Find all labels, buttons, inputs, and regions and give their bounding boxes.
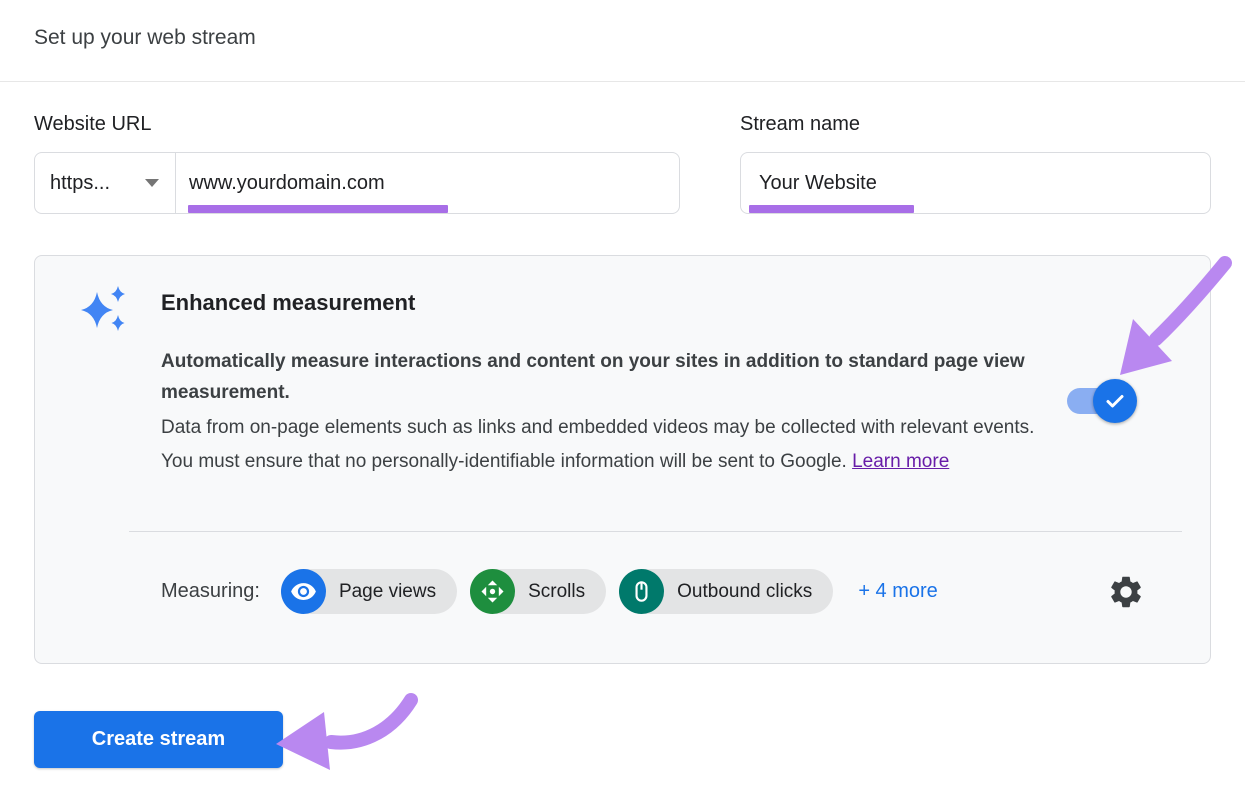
stream-underline-annotation [749,205,914,213]
enhanced-measurement-title: Enhanced measurement [161,290,415,316]
measuring-label: Measuring: [161,580,260,603]
sparkle-icon [77,282,129,334]
checkmark-icon [1103,389,1127,413]
scroll-expand-icon [470,569,515,614]
chip-page-views[interactable]: Page views [281,569,457,614]
create-stream-button[interactable]: Create stream [34,711,283,768]
enhanced-measurement-toggle[interactable] [1067,388,1133,414]
chip-label: Outbound clicks [677,581,812,603]
protocol-value: https... [50,172,110,195]
protocol-dropdown[interactable]: https... [35,153,175,213]
header-divider [0,81,1245,82]
learn-more-link[interactable]: Learn more [852,451,949,472]
create-stream-arrow-annotation [276,700,411,770]
stream-name-label: Stream name [740,113,860,136]
setup-web-stream-panel: Set up your web stream Website URL https… [0,0,1245,795]
enhanced-measurement-description: Automatically measure interactions and c… [161,346,1061,479]
website-url-input[interactable]: www.yourdomain.com [176,172,385,195]
card-divider [129,531,1182,532]
chevron-down-icon [145,179,159,187]
description-regular: Data from on-page elements such as links… [161,411,1061,479]
stream-name-field: Your Website [740,152,1211,214]
website-url-field: https... www.yourdomain.com [34,152,680,214]
chip-label: Scrolls [528,581,585,603]
chip-outbound-clicks[interactable]: Outbound clicks [619,569,833,614]
show-more-link[interactable]: + 4 more [858,580,937,603]
gear-icon [1107,573,1145,611]
eye-icon [281,569,326,614]
chip-label: Page views [339,581,436,603]
description-bold: Automatically measure interactions and c… [161,346,1061,408]
chip-scrolls[interactable]: Scrolls [470,569,606,614]
stream-name-input[interactable]: Your Website [741,172,877,195]
measuring-row: Measuring: Page views [161,569,1181,614]
url-underline-annotation [188,205,448,213]
mouse-icon [619,569,664,614]
toggle-thumb-checked [1093,379,1137,423]
enhanced-measurement-card: Enhanced measurement Automatically measu… [34,255,1211,664]
website-url-label: Website URL [34,113,151,136]
measurement-settings-button[interactable] [1107,573,1145,611]
page-title: Set up your web stream [34,26,256,50]
